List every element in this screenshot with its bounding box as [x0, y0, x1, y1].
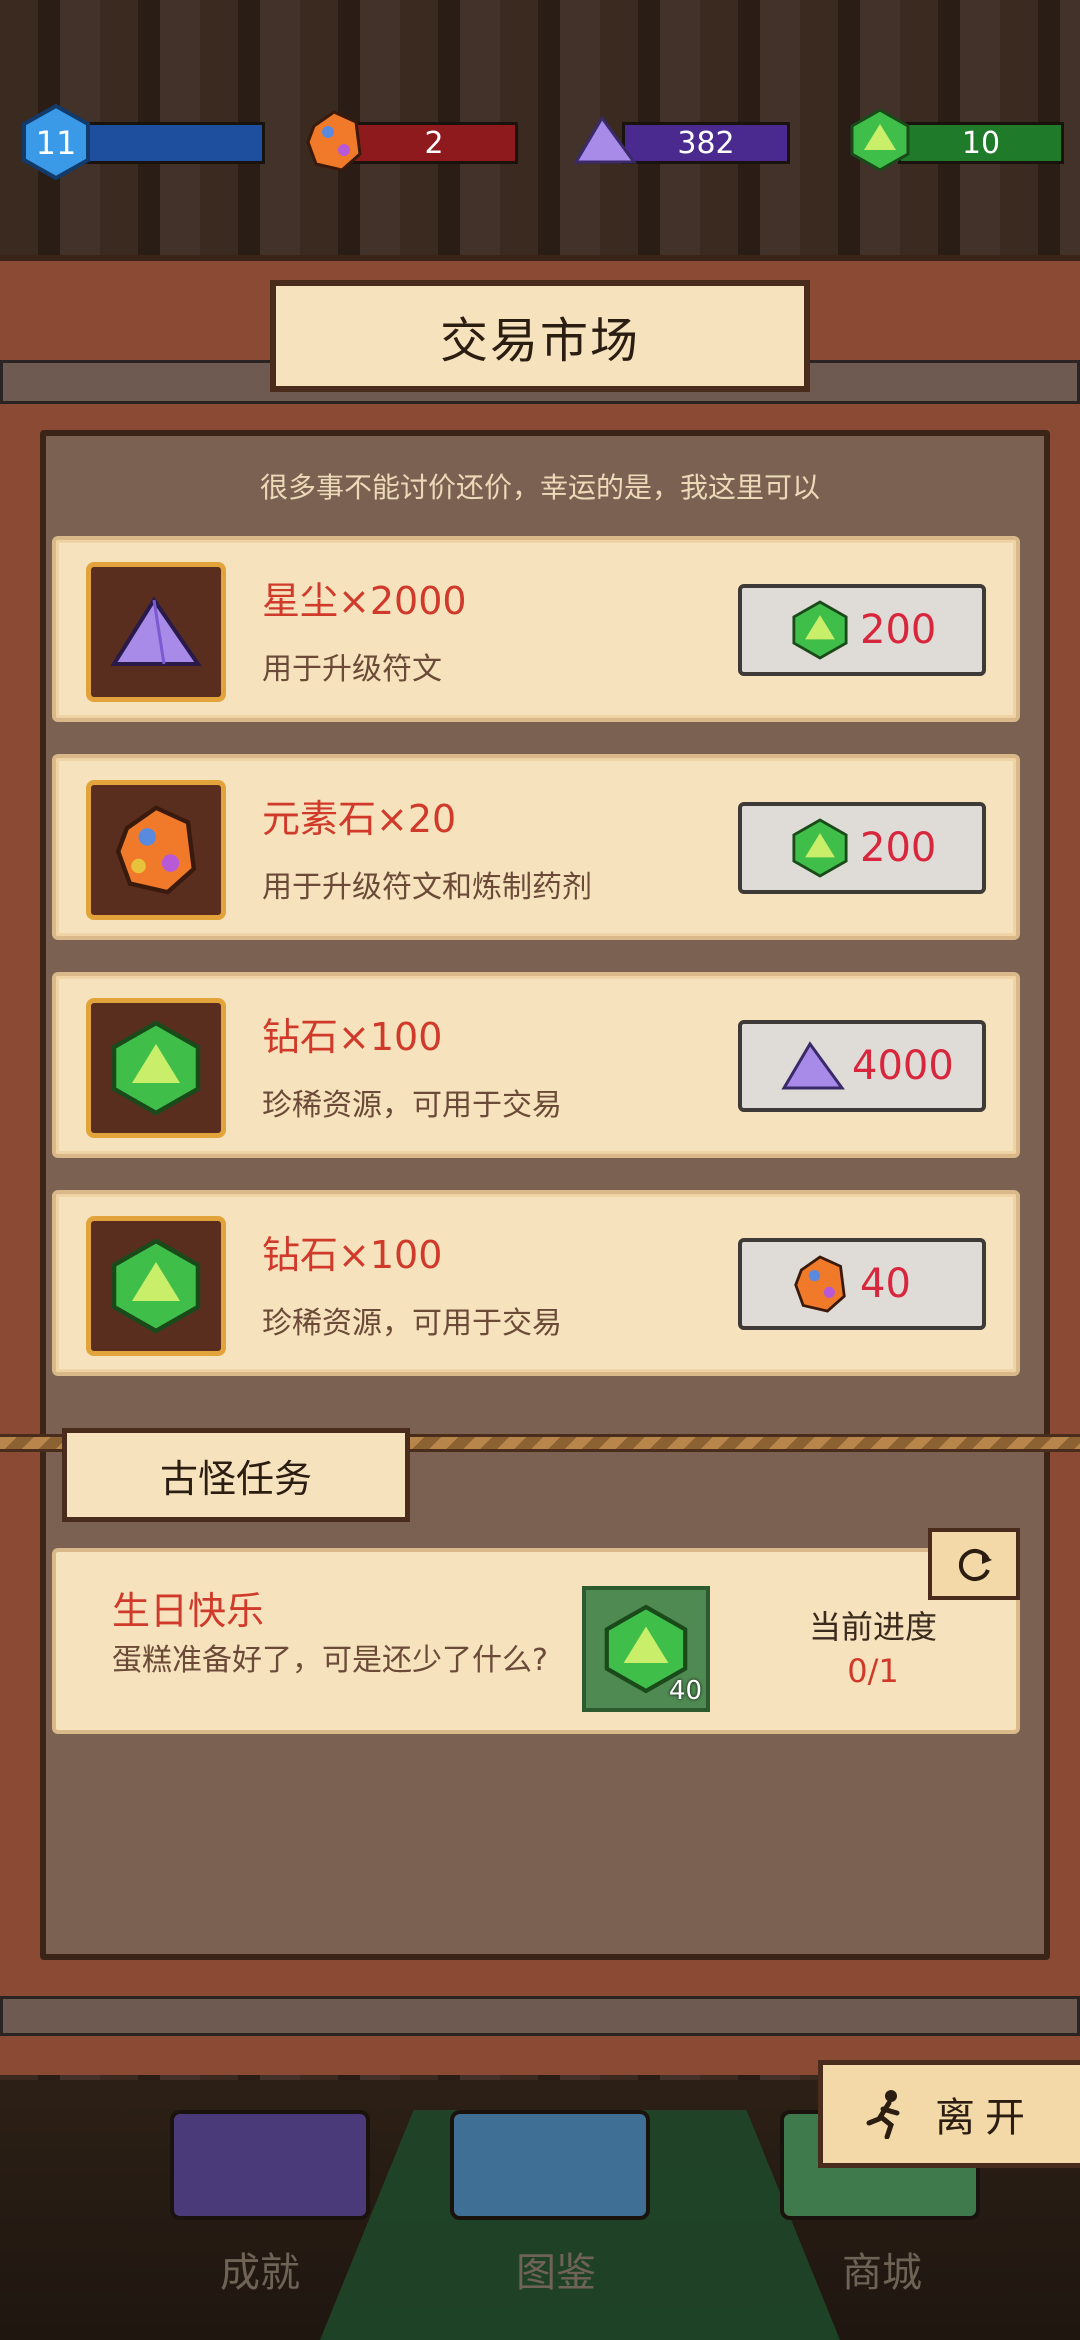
- level-bar: [70, 122, 265, 164]
- offer-item-frame: [86, 562, 226, 702]
- market-title: 交易市场: [439, 313, 640, 369]
- progress-value: 0/1: [847, 1652, 899, 1690]
- codex-book: [450, 2110, 650, 2220]
- element-stone-icon: [794, 1255, 846, 1313]
- diamond-icon: [792, 818, 848, 878]
- diamond-count: 10: [898, 122, 1064, 164]
- offer-name: 星尘×2000: [262, 579, 467, 623]
- level-display: 11: [20, 104, 265, 180]
- diamond-icon: [850, 108, 910, 172]
- offer-item-frame: [86, 1216, 226, 1356]
- element-stone-icon: [306, 110, 362, 172]
- stardust-icon: [781, 1041, 845, 1090]
- trade-offer-element-stone: 元素石×20 用于升级符文和炼制药剂 200: [52, 754, 1020, 940]
- buy-button[interactable]: 4000: [738, 1020, 986, 1112]
- offer-description: 珍稀资源，可用于交易: [262, 1088, 562, 1123]
- quest-section-tag: 古怪任务: [62, 1428, 410, 1522]
- level-badge-icon: 11: [22, 104, 90, 180]
- trade-offer-stardust: 星尘×2000 用于升级符文 200: [52, 536, 1020, 722]
- offer-description: 珍稀资源，可用于交易: [262, 1306, 562, 1341]
- svg-text:11: 11: [36, 124, 77, 162]
- buy-button[interactable]: 200: [738, 584, 986, 676]
- quest-section-title: 古怪任务: [159, 1456, 312, 1501]
- diamond-counter: 10: [848, 108, 1066, 172]
- market-subtitle: 很多事不能讨价还价，幸运的是，我这里可以: [259, 471, 820, 504]
- stardust-counter: 382: [572, 115, 792, 164]
- stardust-icon: [110, 596, 202, 666]
- offer-description: 用于升级符文和炼制药剂: [262, 870, 592, 905]
- offer-description: 用于升级符文: [262, 652, 442, 687]
- offer-cost: 4000: [852, 1043, 954, 1089]
- quest-reward: 40: [582, 1586, 710, 1712]
- buy-button[interactable]: 200: [738, 802, 986, 894]
- offer-cost: 200: [860, 825, 937, 871]
- diamond-icon: [111, 1238, 201, 1334]
- offer-cost: 200: [860, 607, 937, 653]
- offer-name: 钻石×100: [262, 1015, 443, 1059]
- leave-button[interactable]: 离开: [818, 2060, 1080, 2168]
- offer-cost: 40: [860, 1261, 911, 1307]
- nav-codex[interactable]: 图鉴: [516, 2240, 596, 2298]
- quest-name: 生日快乐: [112, 1589, 265, 1633]
- offer-name: 钻石×100: [262, 1233, 443, 1277]
- diamond-icon: [111, 1020, 201, 1116]
- element-stone-counter: 2: [300, 110, 520, 172]
- stardust-count: 382: [622, 122, 790, 164]
- market-title-sign: 交易市场: [270, 280, 810, 392]
- offer-item-frame: [86, 780, 226, 920]
- reward-count: 40: [668, 1676, 702, 1706]
- offer-name: 元素石×20: [262, 797, 457, 841]
- quest-card: 生日快乐 蛋糕准备好了，可是还少了什么? 40 当前进度 0/1: [52, 1548, 1020, 1734]
- stardust-icon: [573, 115, 637, 164]
- footer-crenellation: [0, 1996, 1080, 2036]
- refresh-icon: [959, 1549, 992, 1581]
- element-stone-icon: [115, 805, 197, 895]
- refresh-quest-button[interactable]: [928, 1528, 1020, 1600]
- progress-label: 当前进度: [808, 1608, 937, 1646]
- buy-button[interactable]: 40: [738, 1238, 986, 1330]
- diamond-icon: [792, 600, 848, 660]
- trade-offer-diamond-for-stone: 钻石×100 珍稀资源，可用于交易 40: [52, 1190, 1020, 1376]
- nav-achievements[interactable]: 成就: [220, 2240, 300, 2298]
- quest-description: 蛋糕准备好了，可是还少了什么?: [112, 1643, 548, 1678]
- leave-label: 离开: [935, 2095, 1035, 2141]
- running-man-icon: [866, 2090, 900, 2139]
- element-stone-count: 2: [350, 122, 518, 164]
- achievements-book: [170, 2110, 370, 2220]
- offer-item-frame: [86, 998, 226, 1138]
- trade-offer-diamond-for-stardust: 钻石×100 珍稀资源，可用于交易 4000: [52, 972, 1020, 1158]
- nav-shop[interactable]: 商城: [842, 2240, 922, 2298]
